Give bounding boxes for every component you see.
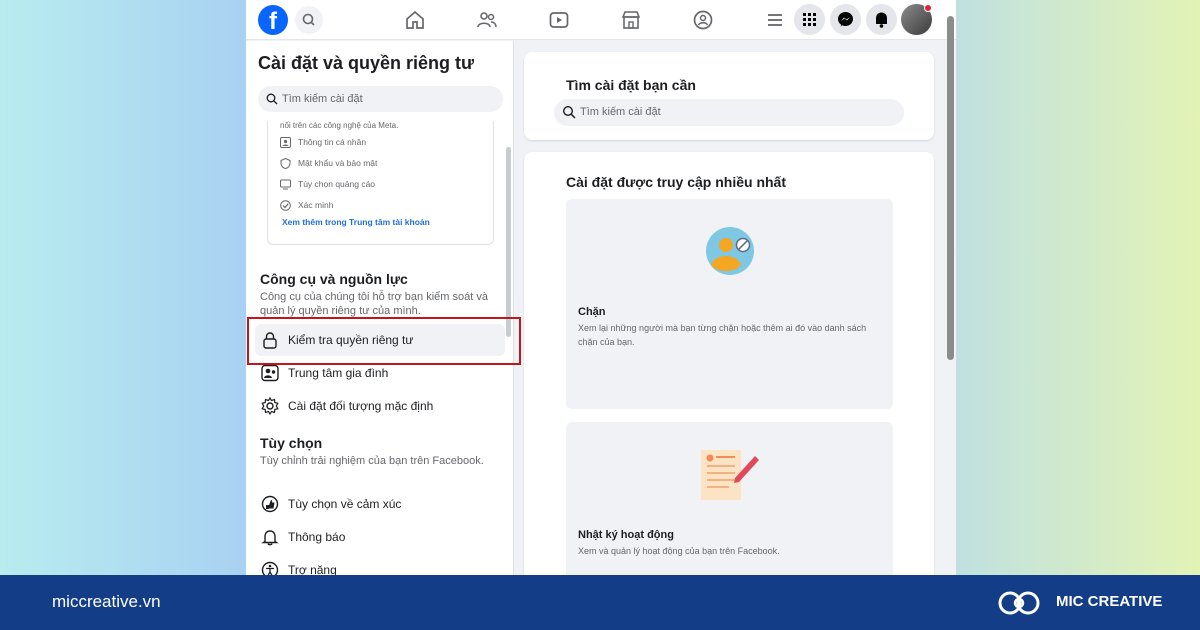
browser-window: f Cài đặt và quyền riêng tư Tìm kiếm cài…: [246, 0, 956, 575]
sidebar-item-notifications[interactable]: Thông báo: [255, 521, 505, 553]
sidebar-search-placeholder: Tìm kiếm cài đặt: [282, 93, 363, 105]
grid-icon: [803, 13, 816, 26]
accounts-item-personal-info[interactable]: Thông tin cá nhân: [280, 135, 366, 149]
apps-button[interactable]: [794, 4, 825, 35]
highlight-box: [247, 317, 521, 365]
tile-title: Nhật ký hoạt động: [578, 529, 674, 541]
gear-icon: [261, 397, 279, 415]
shield-icon: [280, 158, 291, 169]
search-icon: [266, 93, 278, 105]
search-button[interactable]: [295, 6, 323, 34]
top-navigation-bar: f: [246, 0, 956, 40]
tile-title: Chặn: [578, 306, 606, 318]
sidebar-item-label: Tùy chọn về cảm xúc: [288, 497, 402, 511]
accounts-item-label: Thông tin cá nhân: [298, 137, 367, 147]
search-icon: [302, 13, 315, 26]
tools-section-description: Công cụ của chúng tôi hỗ trợ bạn kiểm so…: [260, 291, 488, 317]
messenger-icon: [838, 12, 853, 27]
tile-description: Xem và quản lý hoạt động của bạn trên Fa…: [578, 546, 780, 556]
preferences-section-title: Tùy chọn: [260, 435, 323, 451]
sidebar-item-reaction-preferences[interactable]: Tùy chọn về cảm xúc: [255, 488, 505, 520]
activity-log-icon: [701, 450, 759, 500]
main-search-input[interactable]: Tìm kiếm cài đặt: [554, 99, 904, 126]
home-icon[interactable]: [404, 9, 426, 31]
accounts-center-card: nối trên các công nghệ của Meta. Thông t…: [267, 121, 494, 245]
marketplace-icon[interactable]: [620, 9, 642, 31]
accounts-center-link[interactable]: Xem thêm trong Trung tâm tài khoản: [282, 217, 430, 227]
sidebar-item-label: Cài đặt đối tượng mặc định: [288, 399, 434, 413]
setting-tile-block[interactable]: Chặn Xem lại những người mà bạn từng chặ…: [566, 199, 893, 409]
tools-section-title: Công cụ và nguồn lực: [260, 271, 408, 287]
footer-bar: miccreative.vn MIC CREATIVE: [0, 575, 1200, 630]
footer-site: miccreative.vn: [52, 592, 161, 611]
check-circle-icon: [280, 200, 291, 211]
monitor-icon: [280, 179, 291, 190]
main-search-placeholder: Tìm kiếm cài đặt: [580, 106, 661, 118]
accounts-item-ad-preferences[interactable]: Tùy chọn quảng cáo: [280, 177, 375, 191]
id-card-icon: [280, 137, 291, 148]
accessibility-icon: [261, 561, 279, 575]
mic-creative-logo-icon: [998, 591, 1040, 615]
accounts-item-password-security[interactable]: Mật khẩu và bảo mật: [280, 156, 377, 170]
accounts-card-description: nối trên các công nghệ của Meta.: [280, 121, 399, 130]
search-icon: [562, 105, 576, 119]
sidebar-search-input[interactable]: Tìm kiếm cài đặt: [258, 86, 503, 112]
sidebar-scrollbar[interactable]: [506, 147, 511, 337]
sidebar-item-label: Thông báo: [288, 530, 346, 544]
find-settings-card: Tìm cài đặt bạn cần Tìm kiếm cài đặt: [524, 52, 934, 140]
setting-tile-activity-log[interactable]: Nhật ký hoạt động Xem và quản lý hoạt độ…: [566, 422, 893, 575]
sidebar-title: Cài đặt và quyền riêng tư: [258, 53, 475, 73]
footer-brand: MIC CREATIVE: [1056, 593, 1163, 610]
settings-sidebar: Cài đặt và quyền riêng tư Tìm kiếm cài đ…: [246, 41, 514, 575]
sidebar-item-accessibility[interactable]: Trợ năng: [255, 554, 505, 575]
find-settings-title: Tìm cài đặt bạn cần: [566, 77, 696, 93]
accounts-item-label: Tùy chọn quảng cáo: [298, 179, 376, 189]
sidebar-item-label: Trung tâm gia đình: [288, 366, 389, 380]
most-used-title: Cài đặt được truy cập nhiều nhất: [566, 174, 787, 190]
notifications-button[interactable]: [866, 4, 897, 35]
family-icon: [261, 364, 279, 382]
notification-dot: [924, 4, 932, 12]
accounts-item-verification[interactable]: Xác minh: [280, 198, 333, 212]
sidebar-item-default-audience[interactable]: Cài đặt đối tượng mặc định: [255, 390, 505, 422]
menu-icon[interactable]: [764, 9, 786, 31]
accounts-item-label: Xác minh: [298, 200, 334, 210]
preferences-section-description: Tùy chỉnh trải nghiệm của bạn trên Faceb…: [260, 455, 484, 467]
facebook-logo-icon[interactable]: f: [258, 5, 288, 35]
friends-icon[interactable]: [476, 9, 498, 31]
sidebar-item-label: Trợ năng: [288, 563, 337, 575]
gaming-icon[interactable]: [692, 9, 714, 31]
watch-video-icon[interactable]: [548, 9, 570, 31]
page-scrollbar[interactable]: [947, 16, 954, 360]
tile-description: Xem lại những người mà bạn từng chặn hoặ…: [578, 323, 867, 347]
bell-icon: [261, 530, 279, 546]
most-used-settings-card: Cài đặt được truy cập nhiều nhất Chặn Xe…: [524, 152, 934, 575]
messenger-button[interactable]: [830, 4, 861, 35]
bell-icon: [876, 12, 887, 28]
blocked-user-icon: [706, 227, 754, 275]
accounts-item-label: Mật khẩu và bảo mật: [298, 158, 378, 168]
reaction-icon: [261, 495, 279, 513]
